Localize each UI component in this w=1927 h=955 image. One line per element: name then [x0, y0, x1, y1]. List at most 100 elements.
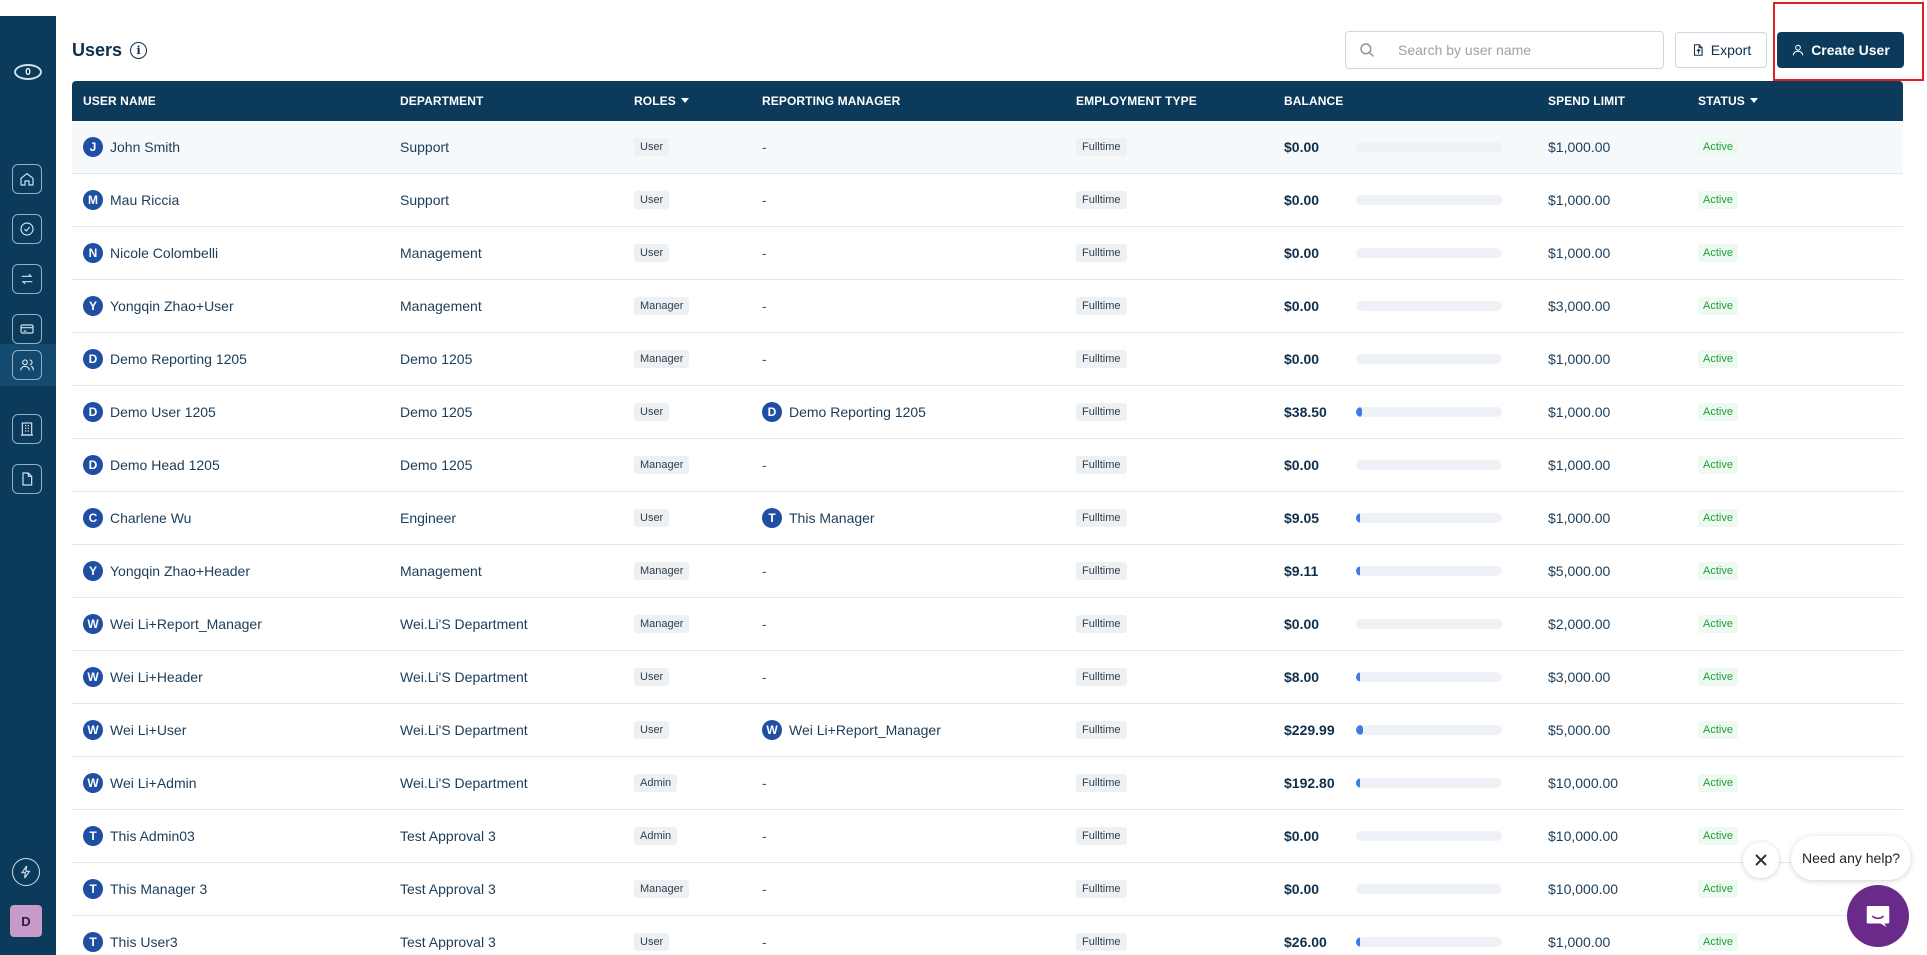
department-text: Demo 1205 [400, 457, 473, 473]
department-text: Support [400, 139, 450, 155]
balance-value: $26.00 [1284, 934, 1327, 950]
manager-cell: - [762, 651, 767, 703]
status-cell: Active [1698, 492, 1738, 544]
column-header-roles[interactable]: ROLES [634, 81, 689, 121]
table-row[interactable]: D Demo Head 1205 Demo 1205 Manager - Ful… [72, 439, 1903, 492]
help-bubble[interactable]: Need any help? [1791, 836, 1911, 880]
employment-chip: Fulltime [1076, 668, 1127, 686]
logo-count: 0 [25, 66, 31, 78]
department-cell: Demo 1205 [400, 386, 472, 438]
user-name-cell[interactable]: D Demo Head 1205 [83, 439, 220, 491]
help-close-button[interactable] [1743, 842, 1779, 878]
user-name-cell[interactable]: C Charlene Wu [83, 492, 191, 544]
spend-limit-cell: $1,000.00 [1548, 386, 1610, 438]
status-cell: Active [1698, 598, 1738, 650]
user-name-cell[interactable]: W Wei Li+Report_Manager [83, 598, 262, 650]
employment-cell: Fulltime [1076, 863, 1127, 915]
spend-limit-value: $5,000.00 [1548, 722, 1611, 738]
role-chip: Manager [634, 880, 690, 898]
sidebar-item-company[interactable] [12, 414, 42, 444]
table-row[interactable]: Y Yongqin Zhao+Header Management Manager… [72, 545, 1903, 598]
sidebar-item-cards[interactable] [12, 314, 42, 344]
user-name-cell[interactable]: T This Admin03 [83, 810, 195, 862]
status-badge: Active [1698, 933, 1738, 951]
manager-avatar: D [762, 402, 782, 422]
manager-cell[interactable]: D Demo Reporting 1205 [762, 386, 926, 438]
user-initial-avatar: D [83, 349, 103, 369]
sidebar-item-approvals[interactable] [12, 214, 42, 244]
search-input[interactable] [1398, 42, 1638, 58]
table-row[interactable]: D Demo Reporting 1205 Demo 1205 Manager … [72, 333, 1903, 386]
user-name-cell[interactable]: M Mau Riccia [83, 174, 179, 226]
spend-limit-value: $1,000.00 [1548, 139, 1611, 155]
manager-cell: - [762, 227, 767, 279]
table-row[interactable]: W Wei Li+User Wei.Li'S Department User W… [72, 704, 1903, 757]
user-name-cell[interactable]: T This Manager 3 [83, 863, 207, 915]
column-header-reporting-manager[interactable]: REPORTING MANAGER [762, 81, 900, 121]
table-row[interactable]: D Demo User 1205 Demo 1205 User D Demo R… [72, 386, 1903, 439]
export-button[interactable]: Export [1675, 32, 1767, 68]
department-cell: Test Approval 3 [400, 863, 496, 915]
logo-icon[interactable]: 0 [14, 64, 42, 80]
manager-empty: - [762, 457, 767, 473]
table-row[interactable]: N Nicole Colombelli Management User - Fu… [72, 227, 1903, 280]
table-row[interactable]: T This Manager 3 Test Approval 3 Manager… [72, 863, 1903, 916]
balance-usage-fill [1356, 566, 1360, 576]
role-chip: Admin [634, 827, 678, 845]
table-row[interactable]: J John Smith Support User - Fulltime $0.… [72, 121, 1903, 174]
table-row[interactable]: T This Admin03 Test Approval 3 Admin - F… [72, 810, 1903, 863]
column-header-label: EMPLOYMENT TYPE [1076, 94, 1197, 108]
status-badge: Active [1698, 880, 1738, 898]
sidebar-item-users[interactable] [12, 350, 42, 380]
user-name-cell[interactable]: N Nicole Colombelli [83, 227, 218, 279]
table-row[interactable]: M Mau Riccia Support User - Fulltime $0.… [72, 174, 1903, 227]
employment-chip: Fulltime [1076, 933, 1127, 951]
column-header-status[interactable]: STATUS [1698, 81, 1758, 121]
user-name-cell[interactable]: Y Yongqin Zhao+User [83, 280, 234, 332]
user-name-cell[interactable]: D Demo Reporting 1205 [83, 333, 247, 385]
create-user-button[interactable]: Create User [1777, 32, 1904, 68]
manager-cell[interactable]: T This Manager [762, 492, 875, 544]
document-icon [22, 472, 33, 486]
employment-chip: Fulltime [1076, 138, 1127, 156]
user-avatar[interactable]: D [10, 905, 42, 937]
status-cell: Active [1698, 545, 1738, 597]
table-row[interactable]: Y Yongqin Zhao+User Management Manager -… [72, 280, 1903, 333]
user-name-cell[interactable]: W Wei Li+User [83, 704, 186, 756]
column-header-department[interactable]: DEPARTMENT [400, 81, 483, 121]
manager-empty: - [762, 828, 767, 844]
role-chip: User [634, 138, 670, 156]
sidebar-item-documents[interactable] [12, 464, 42, 494]
help-chat-button[interactable] [1847, 885, 1909, 947]
employment-chip: Fulltime [1076, 562, 1127, 580]
table-row[interactable]: C Charlene Wu Engineer User T This Manag… [72, 492, 1903, 545]
user-name-cell[interactable]: D Demo User 1205 [83, 386, 216, 438]
user-name-cell[interactable]: Y Yongqin Zhao+Header [83, 545, 250, 597]
user-name-cell[interactable]: W Wei Li+Header [83, 651, 203, 703]
sidebar-item-home[interactable] [12, 164, 42, 194]
search-icon [1360, 43, 1374, 57]
column-header-employment-type[interactable]: EMPLOYMENT TYPE [1076, 81, 1197, 121]
table-row[interactable]: T This User3 Test Approval 3 User - Full… [72, 916, 1903, 955]
user-name-cell[interactable]: W Wei Li+Admin [83, 757, 197, 809]
table-row[interactable]: W Wei Li+Header Wei.Li'S Department User… [72, 651, 1903, 704]
sidebar-item-transactions[interactable] [12, 264, 42, 294]
manager-cell[interactable]: W Wei Li+Report_Manager [762, 704, 941, 756]
column-header-user-name[interactable]: USER NAME [83, 81, 156, 121]
column-header-balance[interactable]: BALANCE [1284, 81, 1343, 121]
department-text: Management [400, 298, 482, 314]
sidebar-quick-action[interactable] [12, 858, 40, 886]
balance-usage-fill [1356, 672, 1360, 682]
spend-limit-value: $10,000.00 [1548, 775, 1619, 791]
table-row[interactable]: W Wei Li+Report_Manager Wei.Li'S Departm… [72, 598, 1903, 651]
status-badge: Active [1698, 562, 1738, 580]
role-chip: User [634, 191, 670, 209]
table-row[interactable]: W Wei Li+Admin Wei.Li'S Department Admin… [72, 757, 1903, 810]
role-cell: Manager [634, 333, 690, 385]
column-header-spend-limit[interactable]: SPEND LIMIT [1548, 81, 1625, 121]
info-icon[interactable]: i [130, 42, 148, 59]
user-name-cell[interactable]: T This User3 [83, 916, 178, 955]
balance-cell: $0.00 [1284, 439, 1319, 491]
manager-empty: - [762, 616, 767, 632]
user-name-cell[interactable]: J John Smith [83, 121, 180, 173]
